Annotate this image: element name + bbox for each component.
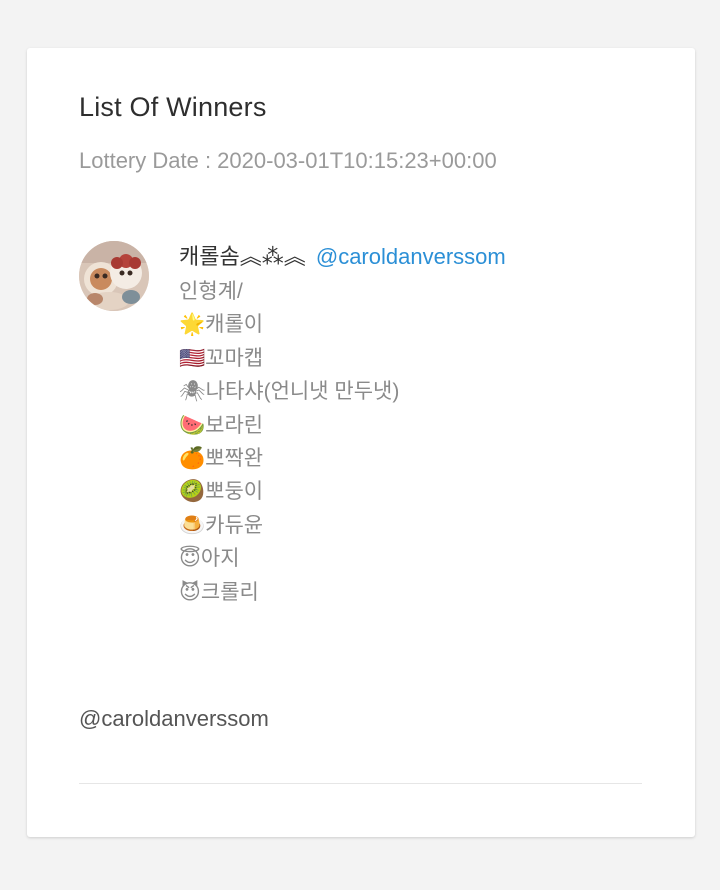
bio-line: 🇺🇸꼬마캡 [179,346,264,370]
winner-name-line: 캐롤솜︽⁂︽ @caroldanverssom [179,241,659,273]
bio-line: 🍉보라린 [179,413,264,437]
winner-bio: 인형계/ 🌟캐롤이 🇺🇸꼬마캡 🕷나타샤(언니냇 만두냇) 🍉보라린 🍊뽀짝완 🥝뽀둥이 🍮카… [179,275,659,609]
avatar-image [79,241,149,311]
avatar[interactable] [79,241,149,311]
bio-line: 🥝뽀둥이 [179,480,264,504]
page-title: List Of Winners [79,92,267,122]
winner-display-name: 캐롤솜︽⁂︽ [179,244,306,269]
bio-line: 인형계/ [179,280,243,303]
winner-details: 캐롤솜︽⁂︽ @caroldanverssom 인형계/ 🌟캐롤이 🇺🇸꼬마캡 🕷나타… [179,241,659,609]
bio-line: 🍮카듀윤 [179,513,264,537]
bio-line: 🕷나타샤(언니냇 만두냇) [179,380,400,404]
bio-line: 😈크롤리 [179,580,259,604]
divider [79,783,642,784]
winners-card: List Of Winners Lottery Date : 2020-03-0… [27,48,695,837]
bio-line: 🌟캐롤이 [179,313,264,337]
winner-handle-link[interactable]: @caroldanverssom [316,244,506,269]
bio-line: 🍊뽀짝완 [179,446,264,470]
footer-handle: @caroldanverssom [79,706,269,731]
bio-line: 😇아지 [179,547,240,571]
lottery-date: Lottery Date : 2020-03-01T10:15:23+00:00 [79,148,497,173]
